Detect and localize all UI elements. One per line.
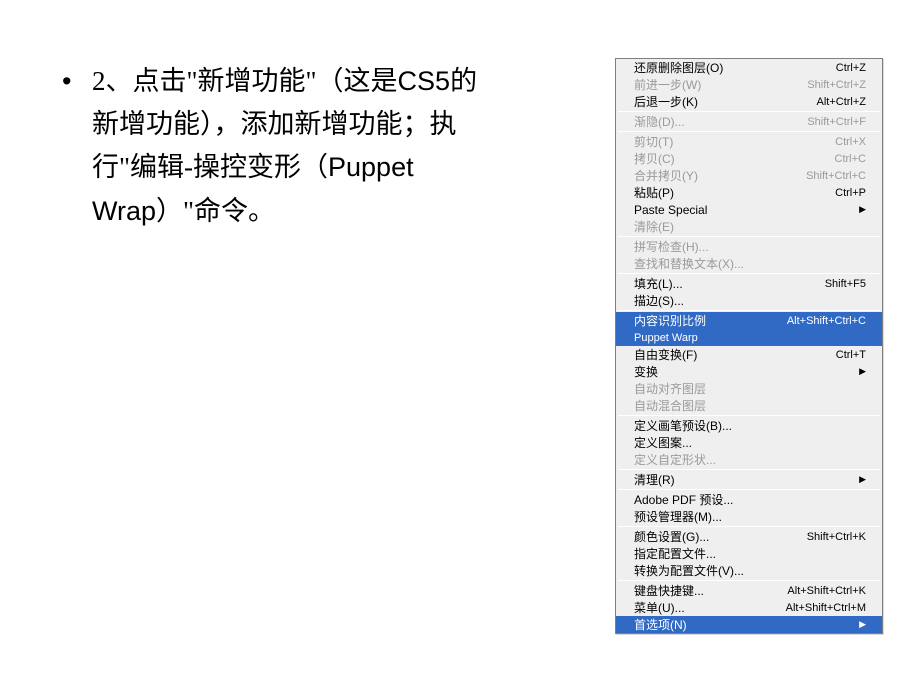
menu-item: 渐隐(D)...Shift+Ctrl+F <box>616 113 882 130</box>
menu-item-label: 预设管理器(M)... <box>634 508 866 525</box>
menu-item-label: 前进一步(W) <box>634 76 807 93</box>
menu-item-label: 粘贴(P) <box>634 184 835 201</box>
menu-item-shortcut: Alt+Shift+Ctrl+K <box>787 585 866 597</box>
menu-item-shortcut: Ctrl+Z <box>836 62 866 74</box>
menu-item-shortcut: Ctrl+P <box>835 187 866 199</box>
menu-item: 拼写检查(H)... <box>616 238 882 255</box>
submenu-arrow-icon: ▶ <box>859 204 866 215</box>
menu-item: 前进一步(W)Shift+Ctrl+Z <box>616 76 882 93</box>
menu-item-label: Paste Special <box>634 203 855 217</box>
menu-item[interactable]: 首选项(N) ▶ <box>616 616 882 633</box>
menu-separator <box>618 415 880 416</box>
menu-item-shortcut: Ctrl+C <box>835 153 866 165</box>
menu-item[interactable]: 自由变换(F)Ctrl+T <box>616 346 882 363</box>
slide-body-text: • 2、点击"新增功能"（这是CS5的新增功能），添加新增功能；执行"编辑-操控… <box>62 60 492 233</box>
menu-item-label: 菜单(U)... <box>634 599 786 616</box>
menu-item[interactable]: 定义画笔预设(B)... <box>616 417 882 434</box>
menu-item[interactable]: 菜单(U)...Alt+Shift+Ctrl+M <box>616 599 882 616</box>
text-run-cs5: CS5 <box>398 66 451 96</box>
menu-item-shortcut: Alt+Shift+Ctrl+C <box>787 315 866 327</box>
menu-item-label: 颜色设置(G)... <box>634 528 807 545</box>
menu-item-label: 定义自定形状... <box>634 451 866 468</box>
menu-item-label: 定义图案... <box>634 434 866 451</box>
menu-item-shortcut: Shift+Ctrl+F <box>807 116 866 128</box>
menu-item[interactable]: Paste Special ▶ <box>616 201 882 218</box>
submenu-arrow-icon: ▶ <box>859 366 866 377</box>
menu-item: 拷贝(C)Ctrl+C <box>616 150 882 167</box>
menu-item: 自动对齐图层 <box>616 380 882 397</box>
menu-separator <box>618 310 880 311</box>
menu-item-label: 剪切(T) <box>634 133 835 150</box>
menu-item[interactable]: 内容识别比例Alt+Shift+Ctrl+C <box>616 312 882 329</box>
menu-item: 合并拷贝(Y)Shift+Ctrl+C <box>616 167 882 184</box>
menu-item-label: 后退一步(K) <box>634 93 816 110</box>
menu-item-label: 填充(L)... <box>634 275 825 292</box>
submenu-arrow-icon: ▶ <box>859 474 866 485</box>
menu-item[interactable]: 粘贴(P)Ctrl+P <box>616 184 882 201</box>
bullet-marker: • <box>62 60 92 233</box>
menu-item[interactable]: 转换为配置文件(V)... <box>616 562 882 579</box>
menu-item[interactable]: 清理(R) ▶ <box>616 471 882 488</box>
menu-item-shortcut: Ctrl+T <box>836 349 866 361</box>
menu-item-label: 自由变换(F) <box>634 346 836 363</box>
menu-item-label: 自动对齐图层 <box>634 380 866 397</box>
menu-item-label: 键盘快捷键... <box>634 582 787 599</box>
menu-item-shortcut: Shift+Ctrl+K <box>807 531 866 543</box>
menu-item: 定义自定形状... <box>616 451 882 468</box>
menu-item-shortcut: Shift+F5 <box>825 278 866 290</box>
menu-item[interactable]: 预设管理器(M)... <box>616 508 882 525</box>
menu-separator <box>618 580 880 581</box>
menu-separator <box>618 273 880 274</box>
menu-item[interactable]: 填充(L)...Shift+F5 <box>616 275 882 292</box>
menu-item-label: Adobe PDF 预设... <box>634 491 866 508</box>
menu-item[interactable]: Puppet Warp <box>616 329 882 346</box>
menu-item-label: 还原删除图层(O) <box>634 59 836 76</box>
edit-menu: 还原删除图层(O)Ctrl+Z前进一步(W)Shift+Ctrl+Z后退一步(K… <box>615 58 883 634</box>
menu-item: 清除(E) <box>616 218 882 235</box>
menu-item-label: 定义画笔预设(B)... <box>634 417 866 434</box>
menu-item: 查找和替换文本(X)... <box>616 255 882 272</box>
menu-item[interactable]: 指定配置文件... <box>616 545 882 562</box>
menu-item-label: 渐隐(D)... <box>634 113 807 130</box>
menu-item-label: 清除(E) <box>634 218 866 235</box>
menu-separator <box>618 526 880 527</box>
menu-item-label: 内容识别比例 <box>634 312 787 329</box>
menu-item-label: Puppet Warp <box>634 332 866 344</box>
menu-separator <box>618 469 880 470</box>
menu-item-shortcut: Shift+Ctrl+Z <box>807 79 866 91</box>
menu-item[interactable]: 还原删除图层(O)Ctrl+Z <box>616 59 882 76</box>
menu-item[interactable]: 变换 ▶ <box>616 363 882 380</box>
menu-item-label: 拷贝(C) <box>634 150 835 167</box>
menu-separator <box>618 111 880 112</box>
menu-item[interactable]: 颜色设置(G)...Shift+Ctrl+K <box>616 528 882 545</box>
menu-item-shortcut: Shift+Ctrl+C <box>806 170 866 182</box>
menu-item-label: 转换为配置文件(V)... <box>634 562 866 579</box>
menu-item-label: 描边(S)... <box>634 292 866 309</box>
menu-item-shortcut: Alt+Shift+Ctrl+M <box>786 602 866 614</box>
menu-separator <box>618 236 880 237</box>
submenu-arrow-icon: ▶ <box>859 619 866 630</box>
menu-item-label: 查找和替换文本(X)... <box>634 255 866 272</box>
text-run-5: ）"命令。 <box>156 196 275 226</box>
menu-item: 剪切(T)Ctrl+X <box>616 133 882 150</box>
text-run-1: 2、点击"新增功能"（这是 <box>92 66 398 96</box>
menu-item-label: 自动混合图层 <box>634 397 866 414</box>
menu-separator <box>618 489 880 490</box>
menu-item[interactable]: 后退一步(K)Alt+Ctrl+Z <box>616 93 882 110</box>
menu-item-label: 首选项(N) <box>634 616 855 633</box>
menu-item-label: 拼写检查(H)... <box>634 238 866 255</box>
menu-item[interactable]: 定义图案... <box>616 434 882 451</box>
menu-item: 自动混合图层 <box>616 397 882 414</box>
menu-item-label: 变换 <box>634 363 855 380</box>
menu-item-label: 合并拷贝(Y) <box>634 167 806 184</box>
bullet-content: 2、点击"新增功能"（这是CS5的新增功能），添加新增功能；执行"编辑-操控变形… <box>92 60 492 233</box>
menu-item-label: 清理(R) <box>634 471 855 488</box>
menu-item-shortcut: Ctrl+X <box>835 136 866 148</box>
menu-item[interactable]: 描边(S)... <box>616 292 882 309</box>
menu-separator <box>618 131 880 132</box>
menu-item[interactable]: Adobe PDF 预设... <box>616 491 882 508</box>
menu-item-shortcut: Alt+Ctrl+Z <box>816 96 866 108</box>
menu-item-label: 指定配置文件... <box>634 545 866 562</box>
menu-item[interactable]: 键盘快捷键...Alt+Shift+Ctrl+K <box>616 582 882 599</box>
